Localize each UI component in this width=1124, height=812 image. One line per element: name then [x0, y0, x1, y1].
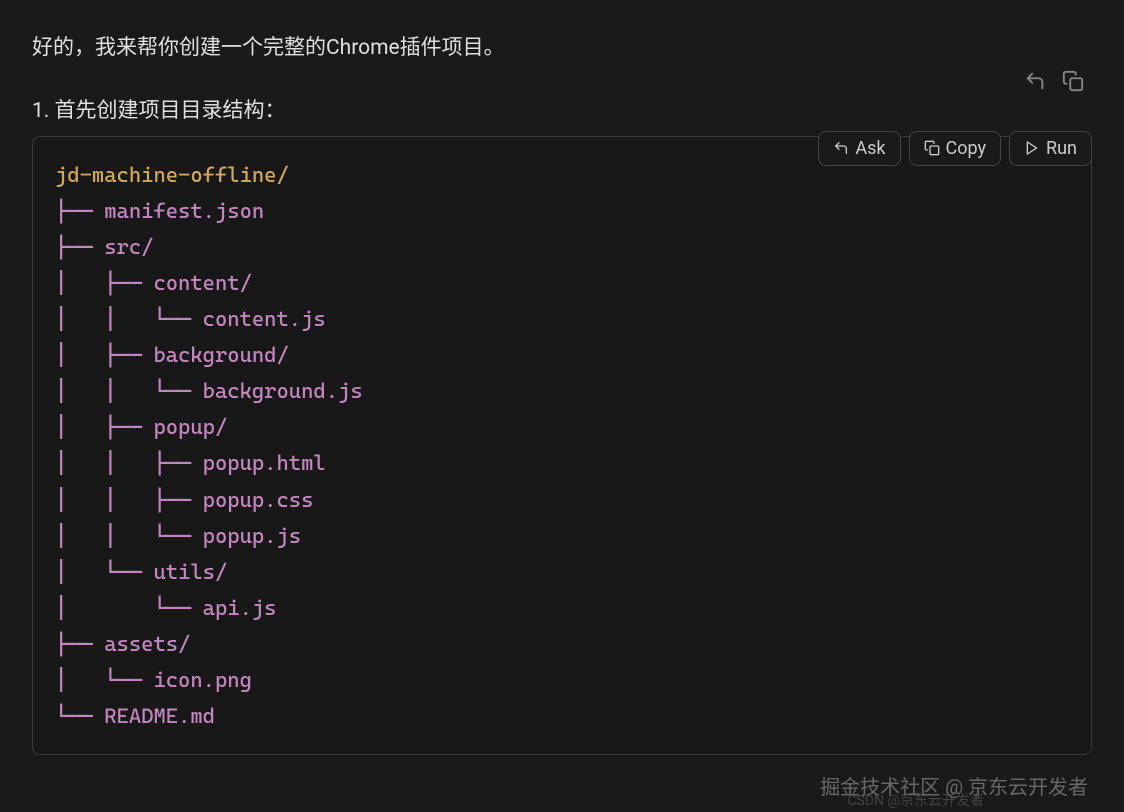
tree-prefix: │ │ └── — [55, 524, 203, 548]
code-line: │ │ └── popup.js — [55, 518, 1069, 554]
dir-name: content/ — [153, 271, 251, 295]
file-name: manifest.json — [104, 199, 264, 223]
copy-icon[interactable] — [1062, 70, 1084, 92]
code-line: │ └── api.js — [55, 590, 1069, 626]
code-block-wrapper: Ask Copy Run jd-machine-offline/ ├── man… — [32, 136, 1092, 756]
file-name: popup.js — [203, 524, 301, 548]
tree-prefix: │ └── — [55, 560, 153, 584]
tree-prefix: │ ├── — [55, 343, 153, 367]
tree-prefix: │ │ ├── — [55, 451, 203, 475]
code-line: ├── manifest.json — [55, 193, 1069, 229]
code-line: ├── assets/ — [55, 626, 1069, 662]
intro-text: 好的，我来帮你创建一个完整的Chrome插件项目。 — [32, 32, 1092, 66]
ask-button[interactable]: Ask — [818, 131, 900, 166]
tree-prefix: └── — [55, 704, 104, 728]
tree-prefix: ├── — [55, 199, 104, 223]
code-block: jd-machine-offline/ ├── manifest.json├──… — [32, 136, 1092, 756]
dir-name: utils/ — [153, 560, 227, 584]
code-line: │ └── utils/ — [55, 554, 1069, 590]
file-name: content.js — [203, 307, 326, 331]
ask-label: Ask — [855, 138, 885, 159]
dir-name: src/ — [104, 235, 153, 259]
run-label: Run — [1046, 138, 1077, 159]
code-line: │ └── icon.png — [55, 662, 1069, 698]
dir-name: assets/ — [104, 632, 190, 656]
dir-name: background/ — [153, 343, 288, 367]
section-title: 1. 首先创建项目目录结构： — [32, 94, 1092, 124]
root-dir: jd-machine-offline/ — [55, 163, 289, 187]
code-line: │ ├── popup/ — [55, 409, 1069, 445]
tree-prefix: │ │ └── — [55, 307, 203, 331]
tree-prefix: │ │ └── — [55, 379, 203, 403]
file-name: popup.html — [203, 451, 326, 475]
code-line: ├── src/ — [55, 229, 1069, 265]
tree-prefix: ├── — [55, 632, 104, 656]
code-actions: Ask Copy Run — [818, 131, 1092, 166]
reply-icon[interactable] — [1024, 70, 1046, 92]
code-line: │ │ ├── popup.css — [55, 482, 1069, 518]
copy-label: Copy — [946, 138, 987, 159]
tree-prefix: │ ├── — [55, 415, 153, 439]
run-button[interactable]: Run — [1009, 131, 1092, 166]
top-icons — [1024, 70, 1084, 92]
file-name: icon.png — [153, 668, 251, 692]
file-name: api.js — [203, 596, 277, 620]
code-line: │ │ ├── popup.html — [55, 445, 1069, 481]
file-name: popup.css — [203, 488, 314, 512]
watermark-sub: CSDN @京东云开发者 — [847, 790, 984, 810]
code-line: │ ├── background/ — [55, 337, 1069, 373]
tree-prefix: │ │ ├── — [55, 488, 203, 512]
dir-name: popup/ — [153, 415, 227, 439]
tree-prefix: ├── — [55, 235, 104, 259]
code-line: │ │ └── background.js — [55, 373, 1069, 409]
code-line: └── README.md — [55, 698, 1069, 734]
code-line: │ ├── content/ — [55, 265, 1069, 301]
tree-prefix: │ └── — [55, 668, 153, 692]
file-name: background.js — [203, 379, 363, 403]
tree-prefix: │ └── — [55, 596, 203, 620]
code-line: │ │ └── content.js — [55, 301, 1069, 337]
file-name: README.md — [104, 704, 215, 728]
copy-button[interactable]: Copy — [909, 131, 1002, 166]
tree-prefix: │ ├── — [55, 271, 153, 295]
